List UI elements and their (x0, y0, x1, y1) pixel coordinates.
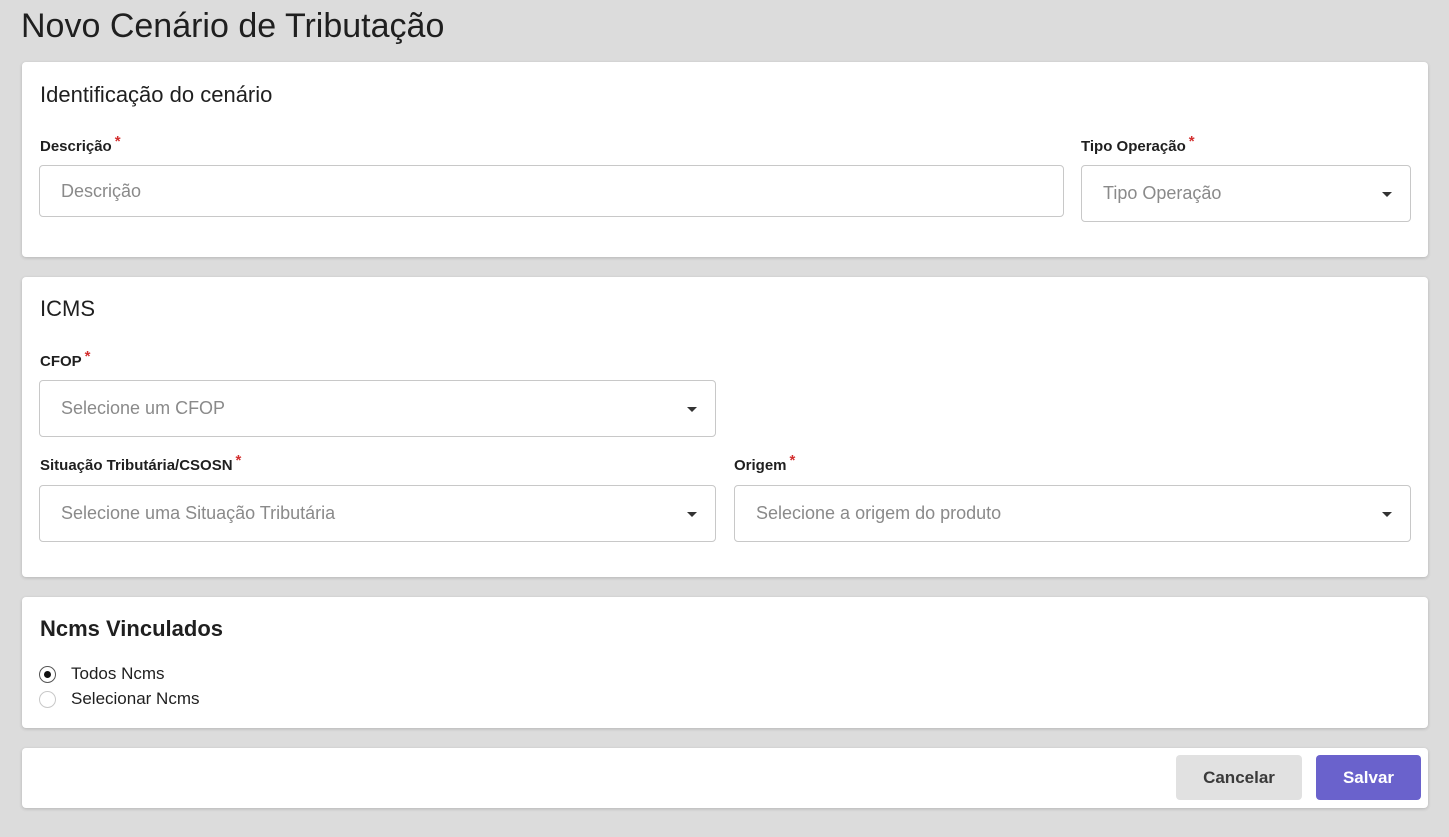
origem-select[interactable]: Selecione a origem do produto (734, 485, 1411, 542)
caret-down-icon (687, 406, 697, 412)
ncms-card: Ncms Vinculados Todos Ncms Selecionar Nc… (22, 597, 1428, 728)
radio-button-checked[interactable] (39, 665, 56, 683)
situacao-label: Situação Tributária/CSOSN * (40, 452, 241, 474)
tipo-operacao-select[interactable]: Tipo Operação (1081, 165, 1411, 222)
radio-label: Todos Ncms (71, 664, 165, 683)
caret-down-icon (1382, 191, 1392, 197)
radio-button[interactable] (39, 690, 56, 708)
cfop-label: CFOP * (40, 348, 91, 370)
situacao-placeholder: Selecione uma Situação Tributária (61, 503, 336, 523)
situacao-select[interactable]: Selecione uma Situação Tributária (39, 485, 716, 542)
icms-title: ICMS (40, 296, 95, 321)
descricao-label: Descrição * (40, 133, 121, 155)
origem-label-text: Origem (734, 457, 787, 474)
required-mark: * (114, 133, 121, 150)
identificacao-title: Identificação do cenário (40, 82, 273, 107)
descricao-field (39, 165, 1064, 217)
caret-down-icon (687, 511, 697, 517)
situacao-label-text: Situação Tributária/CSOSN (40, 457, 233, 474)
ncms-title: Ncms Vinculados (40, 616, 223, 641)
required-mark: * (789, 452, 796, 469)
icms-card: ICMS CFOP * Selecione um CFOP Situação Tr… (22, 277, 1428, 577)
cfop-label-text: CFOP (40, 353, 82, 370)
descricao-label-text: Descrição (40, 138, 112, 155)
origem-label: Origem * (734, 452, 795, 474)
cfop-select[interactable]: Selecione um CFOP (39, 380, 716, 437)
page-title: Novo Cenário de Tributação (21, 7, 445, 45)
origem-placeholder: Selecione a origem do produto (756, 503, 1002, 523)
descricao-input[interactable] (61, 180, 1063, 202)
actions-bar: Cancelar Salvar (22, 748, 1428, 808)
save-button[interactable]: Salvar (1316, 755, 1421, 800)
caret-down-icon (1382, 511, 1392, 517)
cancel-button[interactable]: Cancelar (1176, 755, 1302, 800)
radio-label: Selecionar Ncms (71, 689, 200, 708)
tipo-operacao-label-text: Tipo Operação (1081, 138, 1186, 155)
cfop-placeholder: Selecione um CFOP (61, 398, 226, 418)
required-mark: * (84, 348, 91, 365)
tipo-operacao-label: Tipo Operação * (1081, 133, 1195, 155)
radio-selecionar-ncms[interactable]: Selecionar Ncms (39, 689, 200, 709)
radio-todos-ncms[interactable]: Todos Ncms (39, 664, 165, 684)
tipo-operacao-placeholder: Tipo Operação (1103, 183, 1222, 203)
required-mark: * (235, 452, 242, 469)
identificacao-card: Identificação do cenário Descrição* Tipo… (22, 62, 1428, 257)
required-mark: * (1188, 133, 1195, 150)
